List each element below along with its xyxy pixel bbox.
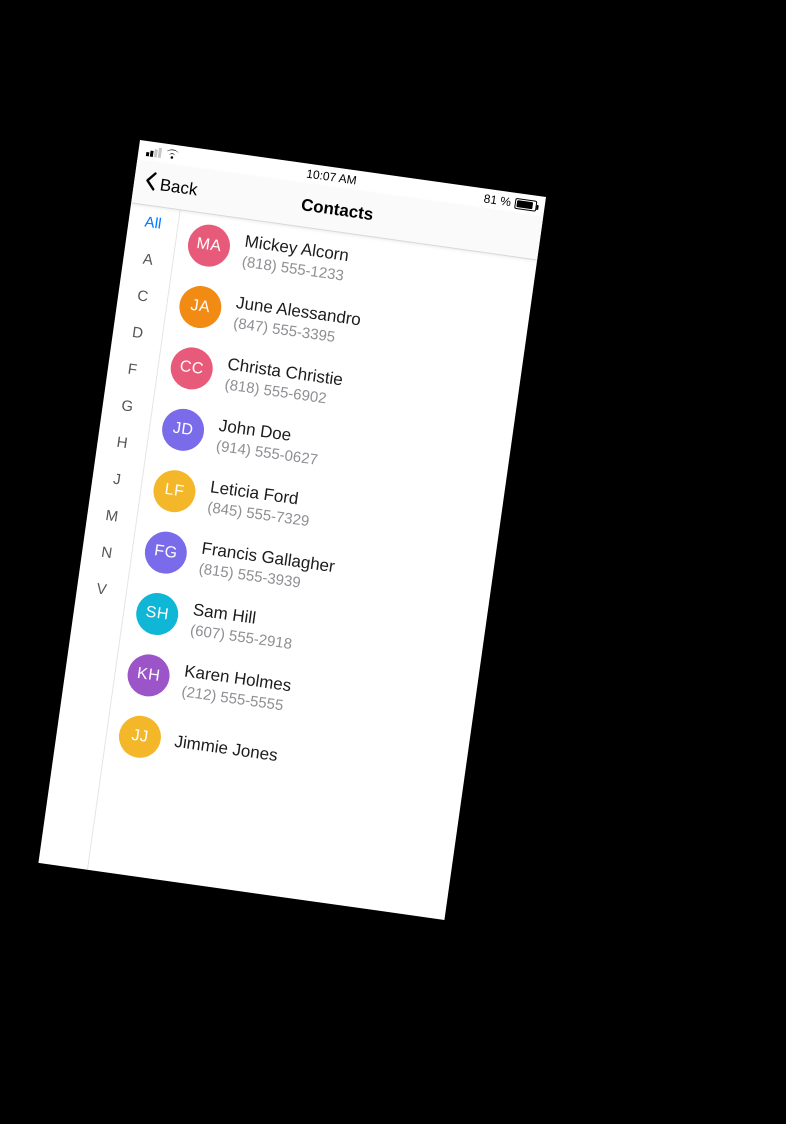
avatar: LF (151, 467, 198, 514)
contact-info: Karen Holmes(212) 555-5555 (181, 661, 293, 715)
contact-info: June Alessandro(847) 555-3395 (232, 293, 362, 349)
index-item-m[interactable]: M (104, 507, 119, 526)
contact-info: Leticia Ford(845) 555-7329 (206, 477, 313, 530)
phone-frame: 10:07 AM 81 % Back Contacts AllACDFGHJMN… (38, 140, 546, 920)
chevron-left-icon (142, 170, 159, 197)
avatar: KH (125, 652, 172, 699)
avatar: JD (159, 406, 206, 453)
contact-name: Jimmie Jones (173, 732, 279, 766)
index-item-v[interactable]: V (95, 580, 107, 598)
index-item-a[interactable]: A (142, 251, 154, 269)
contact-info: Christa Christie(818) 555-6902 (224, 354, 345, 409)
avatar: JA (177, 283, 224, 330)
back-label: Back (159, 175, 199, 200)
avatar: SH (133, 590, 180, 637)
index-item-h[interactable]: H (116, 434, 129, 452)
avatar: FG (142, 529, 189, 576)
contact-info: John Doe(914) 555-0627 (215, 415, 322, 468)
index-item-g[interactable]: G (120, 397, 134, 415)
avatar: JJ (116, 713, 163, 760)
cell-signal-icon (146, 146, 162, 158)
index-item-all[interactable]: All (144, 214, 163, 233)
battery-percent: 81 % (483, 191, 512, 209)
content-body: All AC D FG H JMNV MAMickey Alcorn(818) 555-1… (38, 203, 537, 920)
index-item-f[interactable]: F (127, 361, 138, 379)
wifi-icon (164, 147, 180, 162)
avatar: MA (185, 222, 232, 269)
index-item-c[interactable]: C (136, 287, 149, 305)
contact-info: Jimmie Jones (173, 732, 279, 766)
avatar: CC (168, 345, 215, 392)
battery-icon (514, 197, 537, 211)
contact-info: Mickey Alcorn(818) 555-1233 (241, 231, 350, 284)
index-item-n[interactable]: N (100, 544, 113, 562)
contact-info: Sam Hill(607) 555-2918 (189, 600, 296, 653)
index-item-j[interactable]: J (112, 471, 122, 489)
contact-info: Francis Gallagher(815) 555-3939 (198, 538, 336, 595)
page-title: Contacts (300, 195, 375, 225)
index-item-d[interactable]: D (131, 324, 144, 342)
back-button[interactable]: Back (137, 161, 204, 212)
